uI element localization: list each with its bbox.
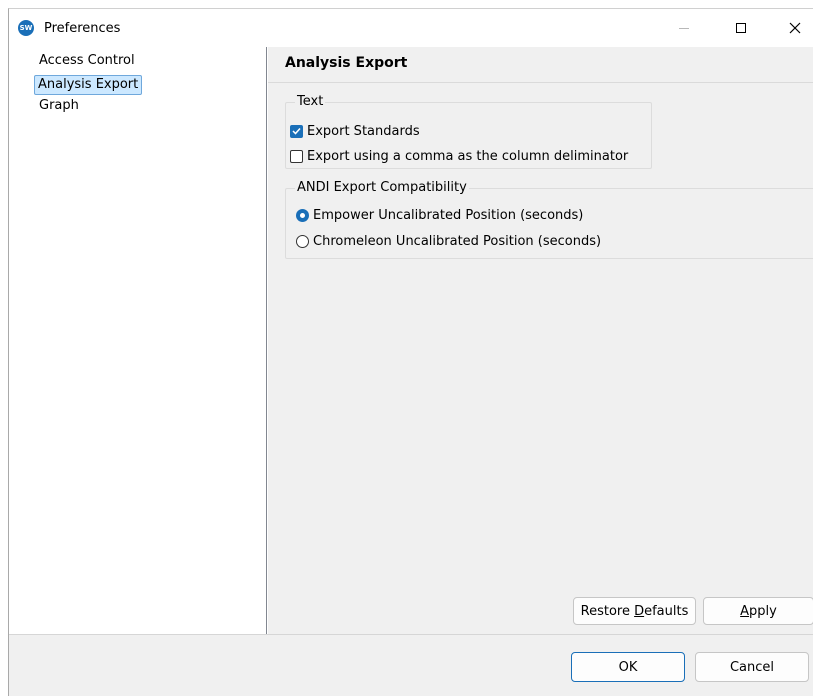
comma-deliminator-checkbox[interactable]	[290, 149, 303, 163]
tree-item-access-control[interactable]: Access Control	[36, 52, 138, 70]
export-standards-label: Export Standards	[307, 123, 420, 139]
comma-deliminator-option[interactable]: Export using a comma as the column delim…	[290, 147, 628, 165]
empower-option[interactable]: Empower Uncalibrated Position (seconds)	[296, 206, 583, 224]
page-header: Analysis Export	[268, 47, 813, 83]
restore-defaults-mnemonic: D	[634, 603, 645, 619]
cancel-button[interactable]: Cancel	[695, 652, 809, 682]
text-group: Text Export Standards Export using a com…	[285, 94, 652, 169]
dialog-footer: OK Cancel	[9, 635, 813, 696]
chromeleon-option[interactable]: Chromeleon Uncalibrated Position (second…	[296, 232, 601, 250]
export-standards-option[interactable]: Export Standards	[290, 122, 420, 140]
empower-radio[interactable]	[296, 208, 309, 222]
close-icon	[789, 22, 801, 34]
checkmark-icon	[292, 127, 301, 135]
apply-button[interactable]: Apply	[703, 597, 813, 625]
preferences-tree: Access Control Analysis Export Graph	[9, 47, 267, 634]
restore-defaults-label-post: efaults	[644, 603, 689, 619]
content-area: Access Control Analysis Export Graph Ana…	[9, 47, 813, 635]
preference-page: Analysis Export Text Export Standards Ex…	[268, 47, 813, 634]
tree-item-graph[interactable]: Graph	[36, 97, 82, 115]
minimize-icon	[679, 27, 689, 29]
empower-label: Empower Uncalibrated Position (seconds)	[313, 207, 584, 223]
apply-label-post: pply	[749, 603, 777, 619]
tree-item-analysis-export[interactable]: Analysis Export	[34, 75, 143, 95]
apply-mnemonic: A	[740, 603, 750, 619]
text-group-label: Text	[295, 94, 326, 110]
chromeleon-label: Chromeleon Uncalibrated Position (second…	[313, 233, 602, 249]
app-logo-icon: SW	[18, 20, 34, 36]
page-title: Analysis Export	[285, 55, 408, 71]
restore-defaults-button[interactable]: Restore Defaults	[573, 597, 696, 625]
close-button[interactable]	[772, 9, 813, 47]
ok-button[interactable]: OK	[571, 652, 685, 682]
andi-export-group: ANDI Export Compatibility Empower Uncali…	[285, 180, 813, 259]
preferences-window: SW Preferences Access Control Analysis E…	[8, 8, 813, 696]
chromeleon-radio[interactable]	[296, 234, 309, 248]
export-standards-checkbox[interactable]	[290, 124, 303, 138]
maximize-button[interactable]	[718, 9, 764, 47]
comma-deliminator-label: Export using a comma as the column delim…	[307, 148, 629, 164]
title-bar[interactable]: SW Preferences	[9, 9, 813, 47]
window-title: Preferences	[44, 21, 121, 36]
andi-export-group-label: ANDI Export Compatibility	[295, 180, 469, 196]
restore-defaults-label-pre: Restore	[580, 603, 635, 619]
minimize-button[interactable]	[661, 9, 707, 47]
app-logo-text: SW	[19, 24, 33, 32]
maximize-icon	[736, 23, 746, 33]
